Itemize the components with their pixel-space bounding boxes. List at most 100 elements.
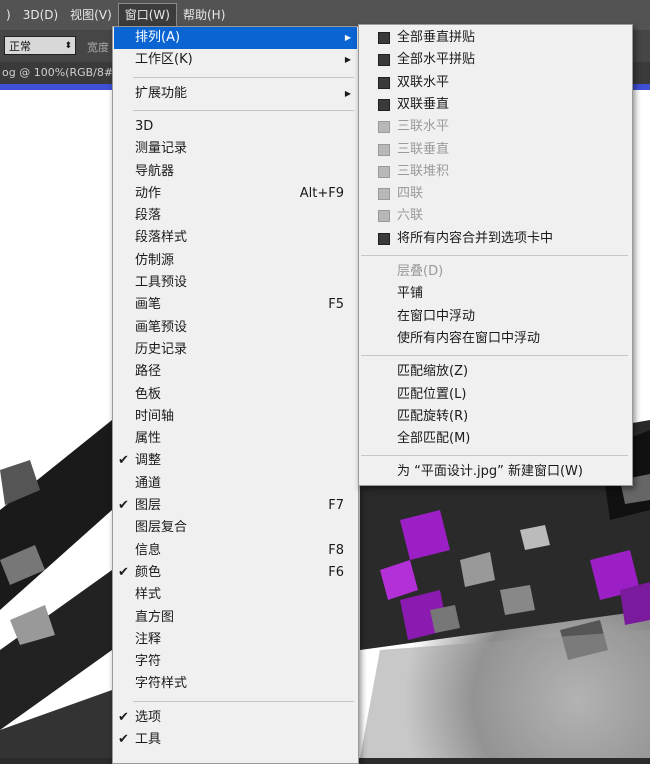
- window-menu-item[interactable]: 工作区(K) ▶: [114, 49, 357, 71]
- window-menu-item-label: 图层: [135, 498, 162, 513]
- window-menu-item-label: 图层复合: [135, 520, 188, 536]
- arrange-submenu-item[interactable]: 双联垂直: [360, 94, 631, 116]
- window-menu-item-label: 历史记录: [135, 341, 188, 357]
- arrange-submenu-item-label: 在窗口中浮动: [397, 308, 476, 324]
- window-menu-item[interactable]: 色板: [114, 384, 357, 406]
- shortcut-label: F6: [328, 564, 344, 580]
- window-menu-item-label: 调整: [135, 453, 162, 469]
- window-menu-item-label: 字符样式: [135, 676, 188, 692]
- window-menu-item[interactable]: 字符: [114, 651, 357, 673]
- two-up-vertical-icon: [378, 98, 390, 111]
- arrange-submenu-item[interactable]: 为 “平面设计.jpg” 新建窗口(W): [360, 461, 631, 483]
- window-menu-item[interactable]: ✔ 图层 F7: [114, 495, 357, 517]
- window-menu-item[interactable]: 直方图: [114, 607, 357, 629]
- window-menu-item-label: 动作: [135, 185, 162, 201]
- shortcut-label: F8: [328, 542, 344, 558]
- arrange-submenu-item-label: 匹配缩放(Z): [397, 364, 469, 380]
- arrange-submenu-item: 三联垂直: [360, 139, 631, 161]
- arrange-submenu-item-label: 匹配旋转(R): [397, 408, 469, 424]
- window-menu-item[interactable]: 时间轴: [114, 406, 357, 428]
- window-menu-item-label: 工作区(K): [135, 52, 193, 68]
- menu-separator: [133, 76, 354, 78]
- menu-help[interactable]: 帮助(H): [177, 3, 231, 27]
- window-menu-item[interactable]: 导航器: [114, 161, 357, 183]
- menu-separator: [361, 455, 628, 457]
- arrange-submenu-item[interactable]: 匹配缩放(Z): [360, 361, 631, 383]
- window-menu-item[interactable]: 段落样式: [114, 227, 357, 249]
- menu-separator: [133, 109, 354, 111]
- window-menu: 排列(A) ▶ 工作区(K) ▶ 扩展功能 ▶ 3D 测量记录 导航器 动作 Alt+F9 段落 段落样…: [112, 26, 359, 764]
- window-menu-item[interactable]: 动作 Alt+F9: [114, 183, 357, 205]
- window-menu-item[interactable]: 工具预设: [114, 272, 357, 294]
- arrange-submenu-item[interactable]: 使所有内容在窗口中浮动: [360, 328, 631, 350]
- arrange-submenu-item[interactable]: 在窗口中浮动: [360, 306, 631, 328]
- arrange-submenu-item-label: 三联堆积: [397, 163, 450, 179]
- arrange-submenu-item[interactable]: 全部水平拼贴: [360, 49, 631, 71]
- window-menu-item[interactable]: 排列(A) ▶: [114, 27, 357, 49]
- window-menu-item-label: 通道: [135, 475, 162, 491]
- consolidate-tabs-icon: [378, 232, 390, 245]
- window-menu-item-label: 字符: [135, 654, 162, 670]
- arrange-submenu-item[interactable]: 匹配位置(L): [360, 384, 631, 406]
- window-menu-item[interactable]: 注释: [114, 629, 357, 651]
- arrange-submenu-item-label: 使所有内容在窗口中浮动: [397, 330, 541, 346]
- menu-3d[interactable]: 3D(D): [17, 3, 64, 27]
- three-up-horizontal-icon: [378, 121, 390, 134]
- window-menu-item[interactable]: ✔ 选项: [114, 707, 357, 729]
- arrange-submenu-item-label: 全部水平拼贴: [397, 52, 476, 68]
- window-menu-item[interactable]: 段落: [114, 205, 357, 227]
- menu-view[interactable]: 视图(V): [64, 3, 118, 27]
- arrange-submenu: 全部垂直拼贴 全部水平拼贴 双联水平 双联垂直 三联水平 三联垂直 三联堆积 四联 六联 将所有内…: [358, 24, 633, 486]
- checkmark-icon: ✔: [118, 498, 129, 513]
- arrange-submenu-item-label: 全部垂直拼贴: [397, 30, 476, 45]
- window-menu-item-label: 段落: [135, 208, 162, 224]
- updown-arrow-icon: ⬍: [64, 41, 72, 51]
- window-menu-item[interactable]: ✔ 调整: [114, 450, 357, 472]
- arrange-submenu-item[interactable]: 全部匹配(M): [360, 428, 631, 450]
- window-menu-item[interactable]: 信息 F8: [114, 540, 357, 562]
- arrange-submenu-item[interactable]: 平铺: [360, 283, 631, 305]
- window-menu-item[interactable]: 图层复合: [114, 517, 357, 539]
- checkmark-icon: ✔: [118, 709, 129, 725]
- window-menu-item-label: 测量记录: [135, 141, 188, 157]
- window-menu-item-label: 扩展功能: [135, 85, 188, 101]
- arrange-submenu-item: 三联堆积: [360, 161, 631, 183]
- submenu-arrow-icon: ▶: [344, 88, 351, 98]
- window-menu-item[interactable]: 路径: [114, 361, 357, 383]
- arrange-submenu-item-label: 平铺: [397, 286, 424, 302]
- shortcut-label: Alt+F9: [299, 185, 344, 201]
- window-menu-item[interactable]: 属性: [114, 428, 357, 450]
- window-menu-item-label: 画笔预设: [135, 319, 188, 335]
- window-menu-item-label: 仿制源: [135, 252, 175, 268]
- window-menu-item[interactable]: 测量记录: [114, 138, 357, 160]
- menu-edit-partial[interactable]: ): [0, 3, 17, 27]
- window-menu-item[interactable]: ✔ 工具: [114, 729, 357, 751]
- arrange-submenu-item-label: 层叠(D): [397, 264, 444, 279]
- window-menu-item-label: 色板: [135, 386, 162, 402]
- arrange-submenu-item-label: 三联水平: [397, 119, 450, 135]
- window-menu-item-label: 时间轴: [135, 408, 175, 424]
- window-menu-item[interactable]: 样式: [114, 584, 357, 606]
- window-menu-item[interactable]: ✔ 颜色 F6: [114, 562, 357, 584]
- window-menu-item[interactable]: 画笔 F5: [114, 294, 357, 316]
- window-menu-item[interactable]: 扩展功能 ▶: [114, 83, 357, 105]
- menu-window[interactable]: 窗口(W): [117, 3, 177, 27]
- window-menu-item[interactable]: 3D: [114, 116, 357, 138]
- window-menu-item-label: 工具预设: [135, 275, 188, 290]
- window-menu-item[interactable]: 字符样式: [114, 673, 357, 695]
- window-menu-item[interactable]: 画笔预设: [114, 317, 357, 339]
- window-menu-item[interactable]: 历史记录: [114, 339, 357, 361]
- window-menu-item-label: 选项: [135, 709, 162, 725]
- blend-mode-select[interactable]: 正常 ⬍: [4, 36, 76, 55]
- window-menu-item-label: 画笔: [135, 297, 162, 313]
- arrange-submenu-item[interactable]: 全部垂直拼贴: [360, 27, 631, 49]
- window-menu-item[interactable]: 仿制源: [114, 250, 357, 272]
- window-menu-item-label: 段落样式: [135, 230, 188, 246]
- arrange-submenu-item[interactable]: 双联水平: [360, 72, 631, 94]
- arrange-submenu-item[interactable]: 匹配旋转(R): [360, 406, 631, 428]
- shortcut-label: F5: [328, 297, 344, 313]
- arrange-submenu-item[interactable]: 将所有内容合并到选项卡中: [360, 228, 631, 250]
- window-menu-item[interactable]: 通道: [114, 473, 357, 495]
- document-tab-title: og @ 100%(RGB/8#): [2, 66, 118, 79]
- three-up-vertical-icon: [378, 143, 390, 156]
